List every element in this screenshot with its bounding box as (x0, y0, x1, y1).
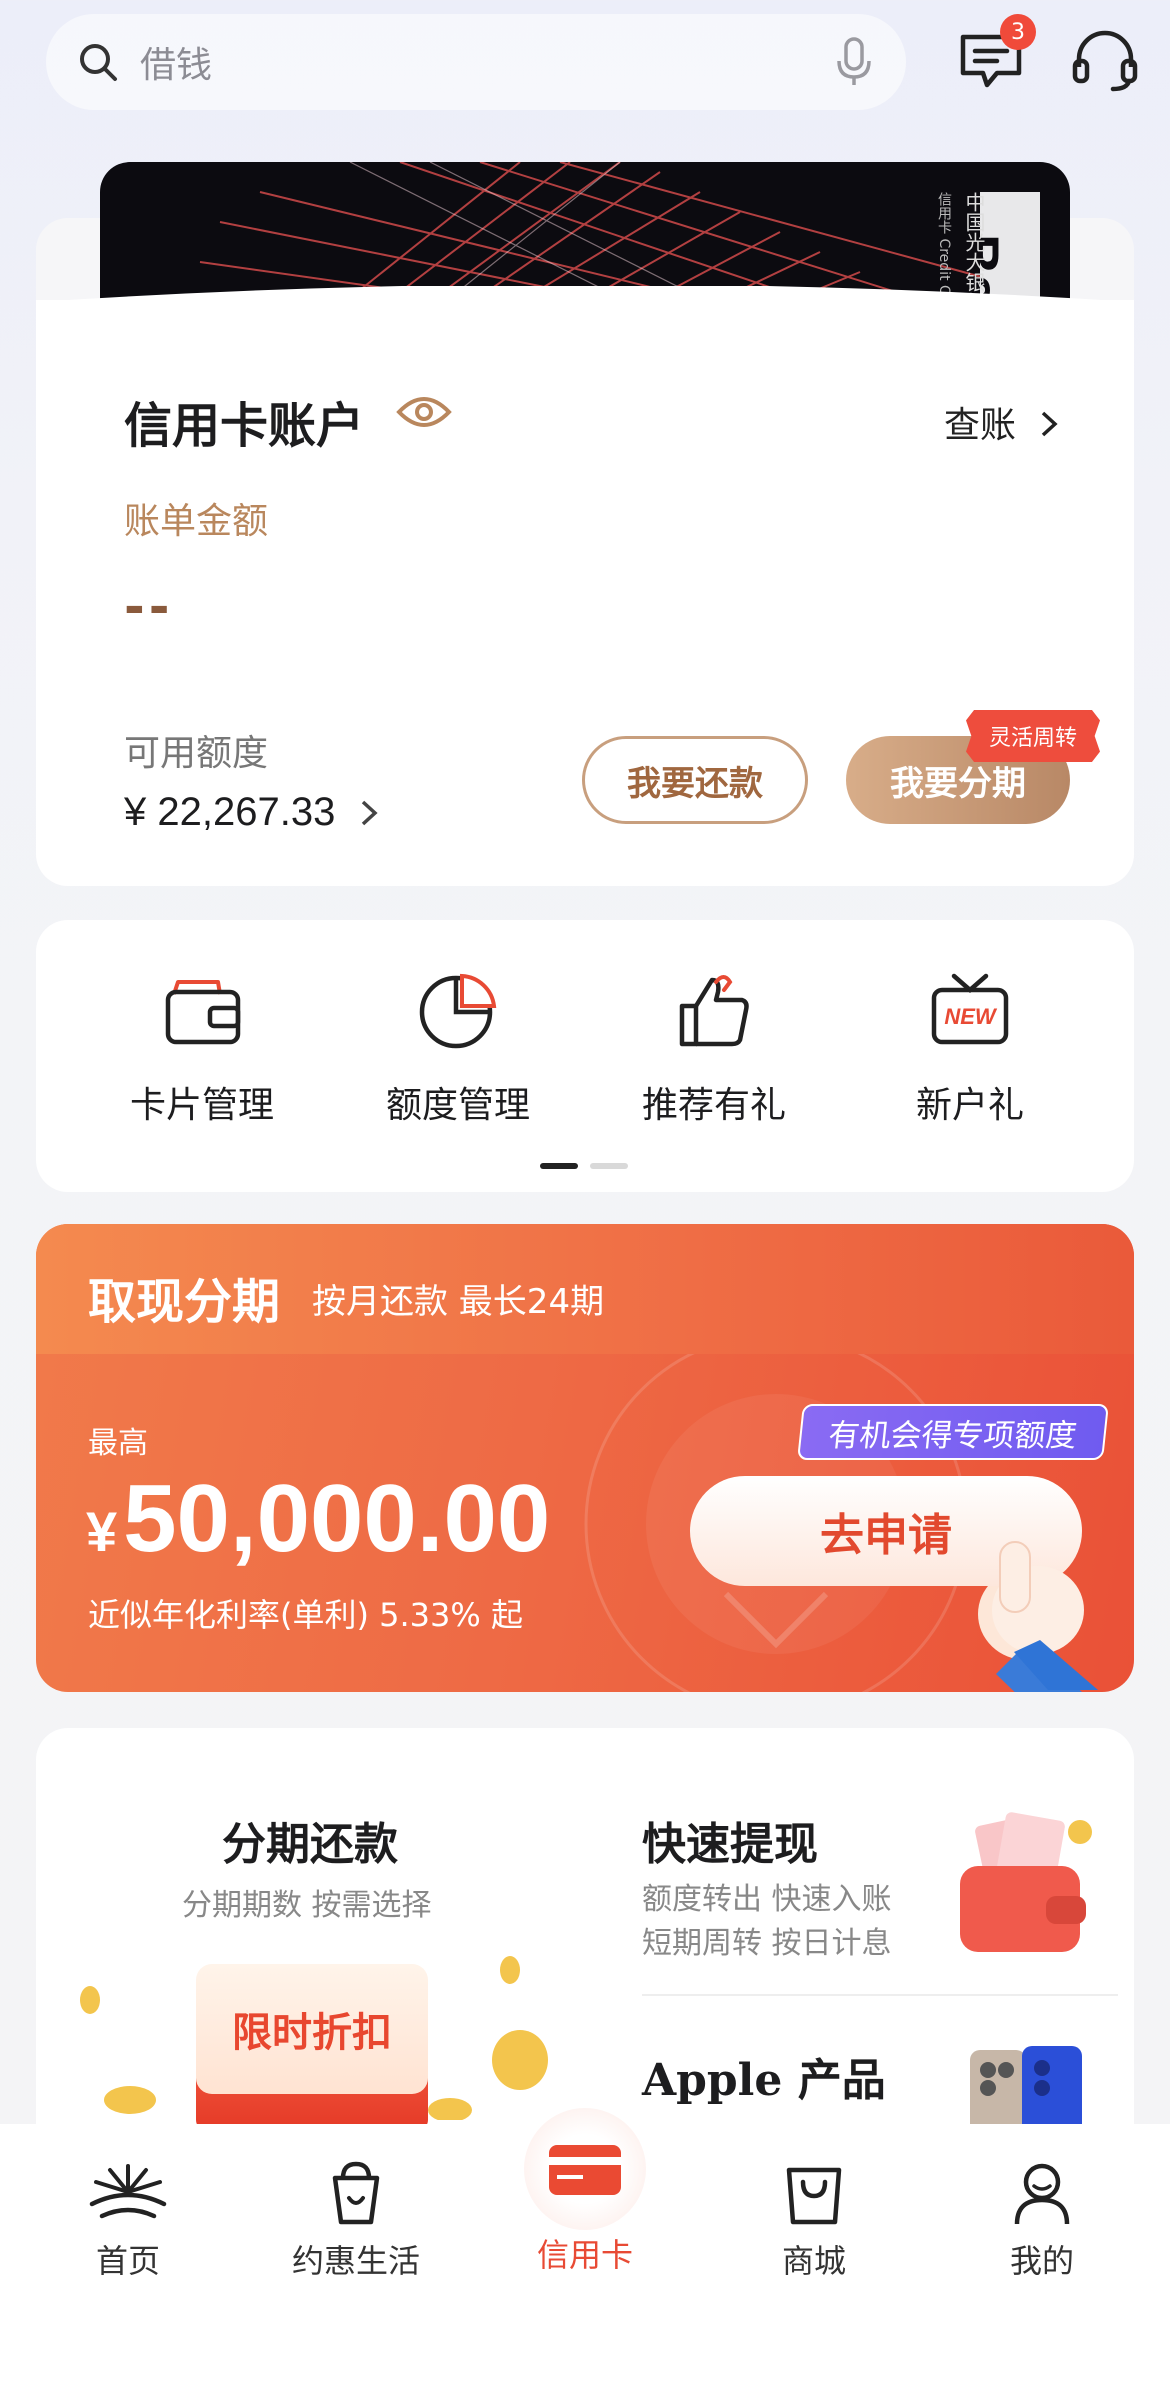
cup-icon (332, 2161, 380, 2225)
banner-subtitle: 按月还款 最长24期 (312, 1282, 605, 1322)
special-limit-tag: 有机会得专项额度 (797, 1404, 1109, 1460)
tab-credit-card-button[interactable] (524, 2108, 646, 2230)
apple-products-title[interactable]: Apple 产品 (642, 2044, 886, 2108)
banner-max-label: 最高 (88, 1426, 148, 1461)
chevron-right-icon (362, 800, 379, 826)
quick-action-label: 卡片管理 (129, 1085, 274, 1126)
available-credit-label: 可用额度 (124, 733, 269, 774)
search-placeholder: 借钱 (140, 45, 213, 86)
microphone-icon[interactable] (834, 37, 874, 87)
quick-action-referral[interactable]: 推荐有礼 (614, 968, 814, 1128)
home-sunburst-icon (89, 2164, 167, 2219)
tab-label: 商城 (781, 2242, 846, 2280)
wallet-illustration (960, 1812, 1092, 1952)
bill-amount-value: -- (124, 578, 174, 636)
installment-repay-title[interactable]: 分期还款 (222, 1808, 398, 1872)
headset-icon (1072, 30, 1138, 92)
new-tv-icon: NEW (931, 973, 1009, 1045)
repay-button[interactable]: 我要还款 (582, 736, 808, 824)
chevron-right-icon (1042, 411, 1059, 437)
phones-illustration (970, 2046, 1082, 2130)
hand-cursor-icon (992, 1541, 1098, 1690)
customer-service-button[interactable] (1064, 20, 1146, 102)
quick-action-label: 新户礼 (915, 1085, 1024, 1126)
quick-withdraw-title[interactable]: 快速提现 (642, 1808, 818, 1872)
search-bar[interactable]: 借钱 (46, 14, 906, 110)
quick-action-new-user-gift[interactable]: NEW 新户礼 (870, 968, 1070, 1128)
coins-decoration (80, 1956, 548, 2120)
bill-amount-label: 账单金额 (124, 501, 269, 542)
banner-title: 取现分期 (88, 1274, 281, 1330)
search-icon (80, 44, 117, 81)
banner-rate: 近似年化利率(单利) 5.33% 起 (88, 1596, 523, 1634)
person-icon (1014, 2163, 1070, 2225)
svg-text:NEW: NEW (944, 1004, 998, 1029)
page-indicator (590, 1163, 628, 1169)
message-count-badge: 3 (1000, 14, 1036, 50)
banner-amount: ¥50,000.00 (86, 1464, 550, 1574)
flexible-tag: 灵活周转 (966, 710, 1100, 762)
messages-button[interactable]: 3 (950, 14, 1036, 102)
tab-mine[interactable]: 我的 (942, 2160, 1142, 2282)
tab-home[interactable]: 首页 (28, 2160, 228, 2282)
tab-label: 首页 (95, 2242, 160, 2280)
quick-withdraw-line-1: 额度转出 快速入账 (642, 1882, 892, 1917)
wallet-icon (165, 980, 241, 1045)
quick-action-limit-management[interactable]: 额度管理 (358, 968, 558, 1128)
tab-life[interactable]: 约惠生活 (256, 2160, 456, 2282)
thumbs-up-icon (679, 975, 749, 1047)
tab-credit-card[interactable]: 信用卡 (485, 2230, 685, 2276)
tab-label: 信用卡 (536, 2236, 633, 2274)
credit-card-icon (549, 2145, 621, 2195)
banner-amount-value: 50,000.00 (123, 1465, 551, 1572)
installment-repay-subtitle: 分期期数 按需选择 (182, 1888, 432, 1923)
eye-icon[interactable] (396, 392, 452, 432)
currency-symbol: ¥ (86, 1500, 118, 1563)
account-title: 信用卡账户 (124, 398, 365, 454)
view-bill-label: 查账 (944, 405, 1017, 446)
card-curve (36, 286, 1134, 326)
available-credit-value: ¥ 22,267.33 (124, 790, 336, 834)
available-credit-link[interactable]: ¥ 22,267.33 (124, 790, 380, 835)
tab-label: 约惠生活 (291, 2242, 420, 2280)
quick-action-label: 推荐有礼 (641, 1085, 786, 1126)
page-indicator-active (540, 1163, 578, 1169)
view-bill-link[interactable]: 查账 (944, 396, 1061, 448)
shopping-bag-icon (786, 2167, 842, 2225)
tab-mall[interactable]: 商城 (714, 2160, 914, 2282)
quick-withdraw-line-2: 短期周转 按日计息 (642, 1926, 892, 1961)
tab-label: 我的 (1009, 2242, 1074, 2280)
quick-withdraw-subtitle: 额度转出 快速入账 短期周转 按日计息 (642, 1878, 892, 1966)
quick-action-card-management[interactable]: 卡片管理 (102, 968, 302, 1128)
promo-divider (642, 1994, 1118, 1996)
pie-chart-icon (419, 973, 497, 1049)
quick-action-label: 额度管理 (385, 1085, 530, 1126)
